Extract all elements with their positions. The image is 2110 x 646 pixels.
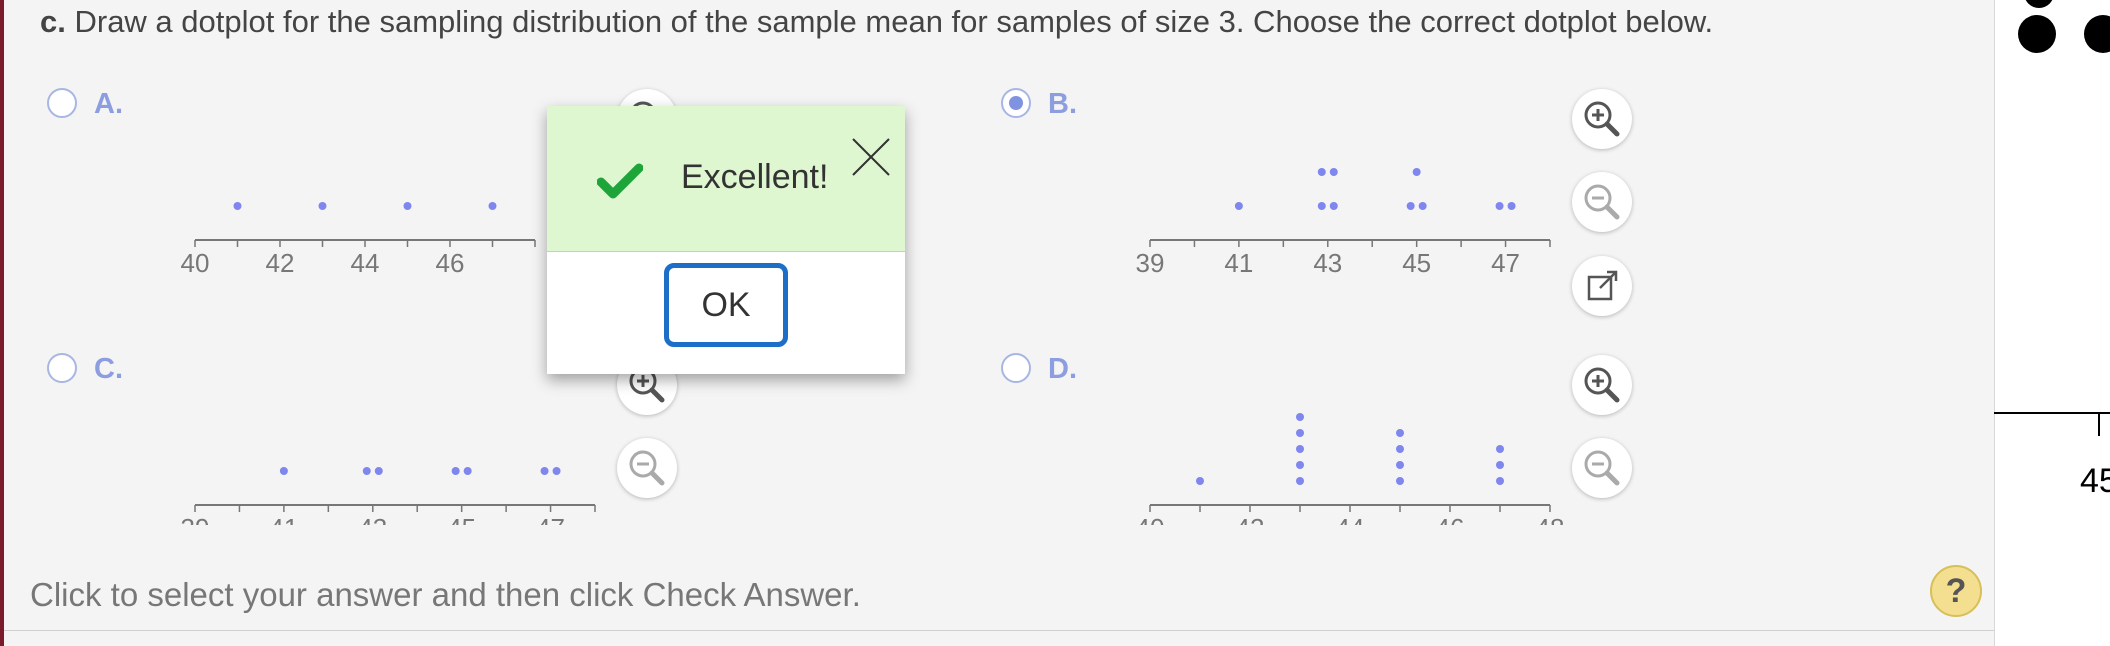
popout-icon: [1587, 270, 1618, 301]
zoom-in-button-b[interactable]: [1572, 89, 1632, 149]
option-a-label: A.: [94, 88, 123, 120]
dotplot-a: 40 42 44 46: [175, 140, 555, 286]
dot: [362, 467, 371, 475]
dot: [451, 467, 460, 475]
dot: [1396, 461, 1404, 469]
radio-option-a[interactable]: [47, 88, 77, 118]
dot: [1418, 202, 1427, 210]
graph-dot: [2018, 15, 2056, 53]
zoom-out-icon: [1584, 450, 1620, 486]
dot: [1329, 168, 1338, 176]
tick-label: 40: [181, 248, 210, 278]
dotplot-c: 39 41 43 45 47: [175, 405, 615, 525]
dot: [403, 202, 412, 210]
tick-label: 44: [351, 248, 380, 278]
zoom-out-icon: [629, 450, 665, 486]
close-icon[interactable]: [850, 136, 892, 178]
radio-option-b[interactable]: [1001, 88, 1031, 118]
dot: [233, 202, 242, 210]
option-d-label: D.: [1048, 353, 1077, 385]
dot: [1296, 477, 1304, 485]
dot: [1296, 413, 1304, 421]
tick-label: 39: [1136, 248, 1165, 278]
zoom-out-button-d[interactable]: [1572, 438, 1632, 498]
dot: [1296, 461, 1304, 469]
dot: [1496, 461, 1504, 469]
question-body: Draw a dotplot for the sampling distribu…: [74, 4, 1714, 39]
zoom-in-icon: [1584, 367, 1620, 403]
dot: [1406, 202, 1415, 210]
tick-label: 47: [536, 513, 565, 525]
dot: [1396, 429, 1404, 437]
radio-option-d[interactable]: [1001, 353, 1031, 383]
option-c-label: C.: [94, 353, 123, 385]
dialog-message: Excellent!: [681, 158, 829, 196]
dot: [552, 467, 561, 475]
dot: [1412, 168, 1421, 176]
tick-label: 47: [1491, 248, 1520, 278]
tick-label: 48: [1536, 513, 1565, 525]
zoom-in-icon: [1584, 101, 1620, 137]
graph-axis-tick: [2098, 412, 2100, 436]
tick-label: 43: [1313, 248, 1342, 278]
popout-button-b[interactable]: [1572, 256, 1632, 316]
zoom-out-button-c[interactable]: [617, 438, 677, 498]
tick-label: 41: [1224, 248, 1253, 278]
dot: [1234, 202, 1243, 210]
tick-label: 44: [1336, 513, 1365, 525]
dot: [1496, 477, 1504, 485]
dot: [540, 467, 549, 475]
tick-label: 42: [1236, 513, 1265, 525]
dot: [1317, 202, 1326, 210]
zoom-out-icon: [1584, 184, 1620, 220]
dot: [1296, 445, 1304, 453]
tick-label: 42: [266, 248, 295, 278]
dot: [1496, 445, 1504, 453]
tick-label: 46: [1436, 513, 1465, 525]
checkmark-icon: [597, 163, 643, 199]
feedback-dialog: Excellent! OK: [547, 106, 905, 374]
tick-label: 40: [1136, 513, 1165, 525]
dot: [279, 467, 288, 475]
dot: [463, 467, 472, 475]
option-b-label: B.: [1048, 88, 1077, 120]
zoom-in-button-d[interactable]: [1572, 355, 1632, 415]
zoom-out-button-b[interactable]: [1572, 172, 1632, 232]
dot: [1296, 429, 1304, 437]
graph-axis-label: 45: [2080, 462, 2110, 500]
instruction-text: Click to select your answer and then cli…: [30, 576, 861, 613]
dot: [488, 202, 497, 210]
radio-option-c[interactable]: [47, 353, 77, 383]
dotplot-d: 40 42 44 46 48: [1130, 405, 1570, 525]
dot: [1495, 202, 1504, 210]
graph-axis-line: [1994, 412, 2110, 414]
question-text: c. Draw a dotplot for the sampling distr…: [40, 4, 1713, 40]
tick-label: 45: [1402, 248, 1431, 278]
question-part-label: c.: [40, 4, 66, 39]
ok-button[interactable]: OK: [664, 263, 788, 347]
tick-label: 45: [447, 513, 476, 525]
dot: [1196, 477, 1204, 485]
dot: [1396, 477, 1404, 485]
dot: [1329, 202, 1338, 210]
tick-label: 41: [269, 513, 298, 525]
tick-label: 43: [358, 513, 387, 525]
dot: [374, 467, 383, 475]
tick-label: 39: [181, 513, 210, 525]
dot: [1317, 168, 1326, 176]
dot: [1507, 202, 1516, 210]
side-panel: [1994, 0, 2110, 646]
dot: [318, 202, 327, 210]
footer-divider: [4, 630, 1994, 631]
dotplot-b: 39 41 43 45 47: [1130, 140, 1570, 286]
tick-label: 46: [436, 248, 465, 278]
dot: [1396, 445, 1404, 453]
help-button[interactable]: ?: [1930, 565, 1982, 617]
